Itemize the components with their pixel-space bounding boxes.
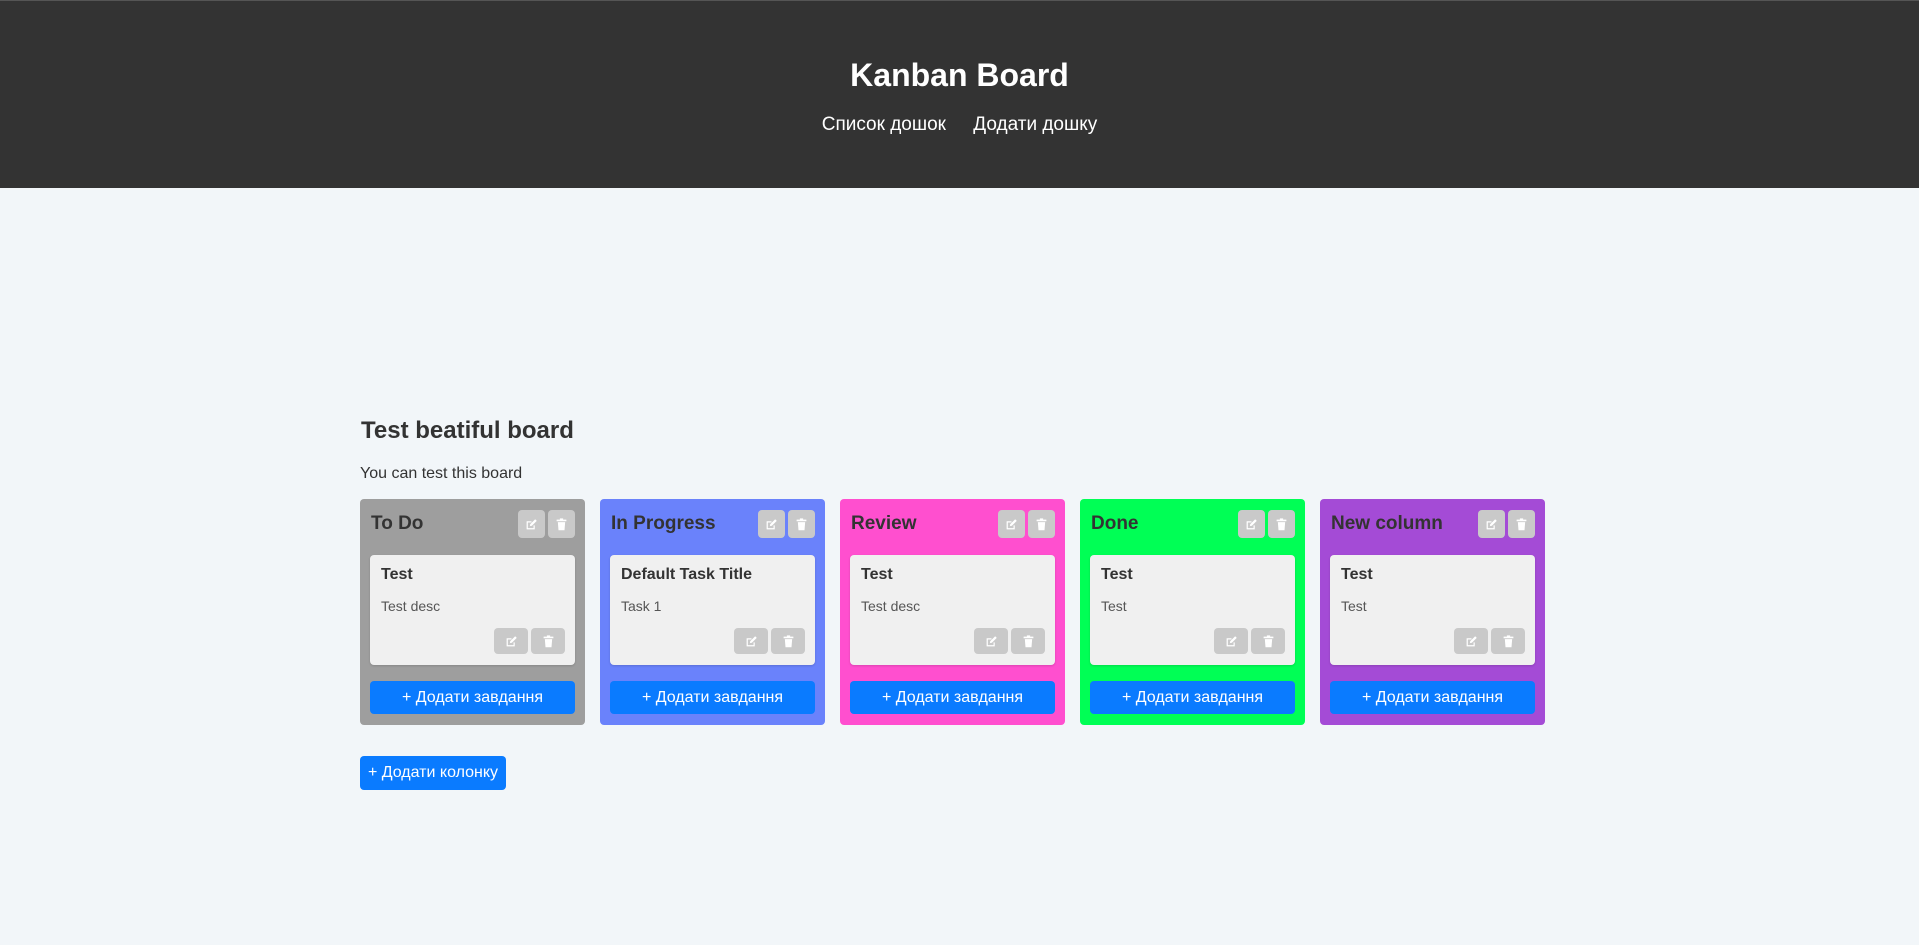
delete-column-button[interactable]	[788, 510, 815, 538]
edit-icon	[746, 635, 757, 646]
add-task-button[interactable]: + Додати завдання	[370, 681, 575, 714]
edit-task-button[interactable]	[974, 628, 1008, 654]
task-description: Test desc	[381, 598, 441, 614]
delete-task-button[interactable]	[1251, 628, 1285, 654]
column-actions	[998, 510, 1055, 538]
board-description: You can test this board	[360, 465, 523, 482]
trash-icon	[1276, 517, 1287, 530]
trash-icon	[543, 634, 553, 647]
task-description: Test	[1101, 598, 1127, 614]
column-title: Review	[851, 513, 917, 534]
trash-icon	[1516, 517, 1527, 530]
edit-task-button[interactable]	[494, 628, 528, 654]
task-card[interactable]: Test Test desc	[370, 555, 575, 665]
task-title: Default Task Title	[621, 566, 752, 583]
delete-column-button[interactable]	[1028, 510, 1055, 538]
column-in-progress: In Progress Default Task Title Task 1 + …	[600, 499, 825, 725]
column-title: New column	[1331, 513, 1443, 534]
edit-column-button[interactable]	[758, 510, 785, 538]
column-header: In Progress	[611, 510, 815, 538]
add-task-button[interactable]: + Додати завдання	[1090, 681, 1295, 714]
main-nav: Список дошок Додати дошку	[0, 113, 1919, 137]
edit-column-button[interactable]	[998, 510, 1025, 538]
column-new-column: New column Test Test + Додати завдання	[1320, 499, 1545, 725]
edit-task-button[interactable]	[1454, 628, 1488, 654]
delete-task-button[interactable]	[531, 628, 565, 654]
column-title: Done	[1091, 513, 1139, 534]
edit-icon	[1466, 635, 1477, 646]
column-to-do: To Do Test Test desc + Додати завдання	[360, 499, 585, 725]
edit-column-button[interactable]	[518, 510, 545, 538]
column-title: To Do	[371, 513, 424, 534]
trash-icon	[1503, 634, 1513, 647]
trash-icon	[1263, 634, 1273, 647]
column-actions	[1478, 510, 1535, 538]
delete-column-button[interactable]	[548, 510, 575, 538]
column-actions	[518, 510, 575, 538]
task-actions	[1454, 628, 1525, 654]
nav-board-list-link[interactable]: Список дошок	[822, 114, 946, 135]
nav-add-board-link[interactable]: Додати дошку	[973, 114, 1097, 135]
edit-icon	[506, 635, 517, 646]
column-review: Review Test Test desc + Додати завдання	[840, 499, 1065, 725]
board-title: Test beatiful board	[361, 417, 574, 444]
task-card[interactable]: Default Task Title Task 1	[610, 555, 815, 665]
edit-icon	[1006, 518, 1017, 529]
task-title: Test	[861, 566, 893, 583]
delete-task-button[interactable]	[771, 628, 805, 654]
edit-icon	[1486, 518, 1497, 529]
column-header: Done	[1091, 510, 1295, 538]
column-header: New column	[1331, 510, 1535, 538]
column-done: Done Test Test + Додати завдання	[1080, 499, 1305, 725]
trash-icon	[1036, 517, 1047, 530]
task-card[interactable]: Test Test	[1090, 555, 1295, 665]
edit-icon	[1246, 518, 1257, 529]
edit-icon	[986, 635, 997, 646]
delete-task-button[interactable]	[1491, 628, 1525, 654]
trash-icon	[796, 517, 807, 530]
task-card[interactable]: Test Test	[1330, 555, 1535, 665]
columns-container: To Do Test Test desc + Додати завдання I…	[360, 499, 1545, 725]
column-title: In Progress	[611, 513, 716, 534]
task-actions	[494, 628, 565, 654]
delete-task-button[interactable]	[1011, 628, 1045, 654]
column-header: Review	[851, 510, 1055, 538]
column-actions	[758, 510, 815, 538]
task-title: Test	[1341, 566, 1373, 583]
task-actions	[974, 628, 1045, 654]
task-actions	[734, 628, 805, 654]
add-task-button[interactable]: + Додати завдання	[850, 681, 1055, 714]
column-header: To Do	[371, 510, 575, 538]
edit-task-button[interactable]	[734, 628, 768, 654]
add-task-button[interactable]: + Додати завдання	[1330, 681, 1535, 714]
task-title: Test	[381, 566, 413, 583]
app-header: Kanban Board Список дошок Додати дошку	[0, 0, 1919, 188]
task-title: Test	[1101, 566, 1133, 583]
edit-icon	[766, 518, 777, 529]
trash-icon	[1023, 634, 1033, 647]
edit-column-button[interactable]	[1478, 510, 1505, 538]
delete-column-button[interactable]	[1268, 510, 1295, 538]
edit-task-button[interactable]	[1214, 628, 1248, 654]
edit-column-button[interactable]	[1238, 510, 1265, 538]
edit-icon	[526, 518, 537, 529]
column-actions	[1238, 510, 1295, 538]
edit-icon	[1226, 635, 1237, 646]
task-description: Test	[1341, 598, 1367, 614]
task-card[interactable]: Test Test desc	[850, 555, 1055, 665]
trash-icon	[783, 634, 793, 647]
trash-icon	[556, 517, 567, 530]
add-column-button[interactable]: + Додати колонку	[360, 756, 506, 790]
delete-column-button[interactable]	[1508, 510, 1535, 538]
app-title: Kanban Board	[850, 57, 1069, 93]
task-description: Test desc	[861, 598, 921, 614]
add-task-button[interactable]: + Додати завдання	[610, 681, 815, 714]
task-actions	[1214, 628, 1285, 654]
task-description: Task 1	[621, 598, 662, 614]
